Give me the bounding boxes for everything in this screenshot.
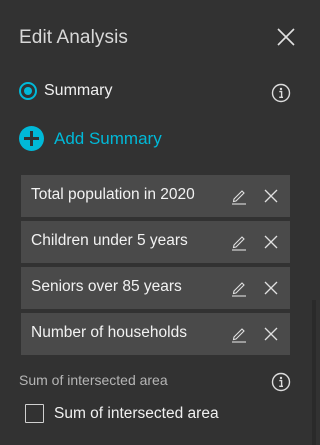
- intersected-area-checkbox-label: Sum of intersected area: [54, 405, 219, 422]
- summary-item-label: Total population in 2020: [31, 186, 195, 203]
- summary-radio-option[interactable]: Summary: [19, 80, 299, 104]
- edit-button[interactable]: [231, 279, 247, 297]
- summary-info-button[interactable]: [271, 83, 291, 103]
- remove-button[interactable]: [263, 326, 279, 342]
- pencil-icon: [232, 282, 246, 297]
- x-icon: [264, 189, 278, 203]
- pencil-icon: [232, 328, 246, 343]
- remove-button[interactable]: [263, 234, 279, 250]
- edit-analysis-panel: Edit Analysis Summary Add Summary Total …: [0, 0, 316, 445]
- checkbox-icon[interactable]: [25, 404, 44, 423]
- scrollbar-track[interactable]: [312, 300, 316, 445]
- x-icon: [264, 281, 278, 295]
- add-summary-label: Add Summary: [54, 129, 162, 148]
- intersected-area-section-label: Sum of intersected area: [19, 372, 168, 388]
- edit-button[interactable]: [231, 187, 247, 205]
- info-icon: [271, 372, 291, 392]
- x-icon: [264, 327, 278, 341]
- plus-circle-icon: [19, 126, 44, 151]
- summary-item-label: Children under 5 years: [31, 232, 188, 249]
- summary-list-item[interactable]: Number of households: [21, 313, 290, 355]
- edit-button[interactable]: [231, 325, 247, 343]
- summary-item-label: Seniors over 85 years: [31, 278, 182, 295]
- close-button[interactable]: [274, 25, 298, 49]
- summary-list-item[interactable]: Total population in 2020: [21, 175, 290, 217]
- add-summary-button[interactable]: Add Summary: [19, 126, 219, 152]
- panel-title: Edit Analysis: [19, 27, 129, 48]
- info-icon: [271, 83, 291, 103]
- pencil-icon: [232, 236, 246, 251]
- summary-item-label: Number of households: [31, 324, 187, 341]
- summary-list-item[interactable]: Seniors over 85 years: [21, 267, 290, 309]
- pencil-icon: [232, 190, 246, 205]
- close-icon: [277, 28, 295, 46]
- summary-radio-button[interactable]: [19, 82, 37, 100]
- edit-button[interactable]: [231, 233, 247, 251]
- remove-button[interactable]: [263, 280, 279, 296]
- intersected-area-checkbox-row[interactable]: Sum of intersected area: [25, 404, 285, 426]
- x-icon: [264, 235, 278, 249]
- remove-button[interactable]: [263, 188, 279, 204]
- summary-radio-label: Summary: [44, 82, 113, 99]
- summary-list-item[interactable]: Children under 5 years: [21, 221, 290, 263]
- intersected-area-info-button[interactable]: [271, 372, 291, 392]
